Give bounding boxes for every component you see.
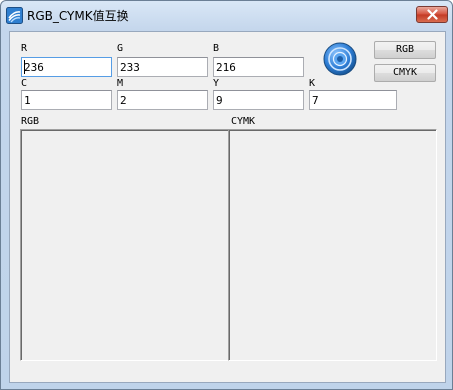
r-input[interactable]: 236 xyxy=(21,57,112,77)
r-label: R xyxy=(21,43,28,54)
close-icon xyxy=(427,9,438,20)
g-input-value: 233 xyxy=(120,61,140,74)
close-button[interactable] xyxy=(416,6,448,23)
b-label: B xyxy=(213,43,220,54)
cymk-panel-label: CYMK xyxy=(231,116,256,127)
rgb-preview-panel xyxy=(20,129,229,361)
app-logo-icon xyxy=(6,7,23,24)
c-input-value: 1 xyxy=(24,94,31,107)
g-input[interactable]: 233 xyxy=(117,57,208,77)
y-input[interactable]: 9 xyxy=(213,90,304,110)
color-wheel-icon[interactable] xyxy=(323,42,357,76)
c-label: C xyxy=(21,78,28,89)
dialog-client-area: R G B 236 233 216 RGB CMYK C M Y K 1 2 9… xyxy=(9,31,446,383)
k-input-value: 7 xyxy=(312,94,319,107)
cymk-preview-panel xyxy=(228,129,437,361)
m-input-value: 2 xyxy=(120,94,127,107)
b-input[interactable]: 216 xyxy=(213,57,304,77)
m-input[interactable]: 2 xyxy=(117,90,208,110)
k-label: K xyxy=(309,78,316,89)
m-label: M xyxy=(117,78,124,89)
app-window: RGB_CYMK值互换 R G B 236 233 216 RGB CMYK C… xyxy=(0,0,453,390)
y-input-value: 9 xyxy=(216,94,223,107)
k-input[interactable]: 7 xyxy=(309,90,397,110)
title-bar[interactable]: RGB_CYMK值互换 xyxy=(1,1,452,30)
cmyk-button[interactable]: CMYK xyxy=(374,64,436,82)
window-title: RGB_CYMK值互换 xyxy=(27,9,129,23)
r-input-value: 236 xyxy=(24,61,44,74)
b-input-value: 216 xyxy=(216,61,236,74)
c-input[interactable]: 1 xyxy=(21,90,112,110)
rgb-button[interactable]: RGB xyxy=(374,41,436,59)
text-caret xyxy=(24,60,25,74)
rgb-panel-label: RGB xyxy=(21,116,40,127)
y-label: Y xyxy=(213,78,220,89)
g-label: G xyxy=(117,43,124,54)
